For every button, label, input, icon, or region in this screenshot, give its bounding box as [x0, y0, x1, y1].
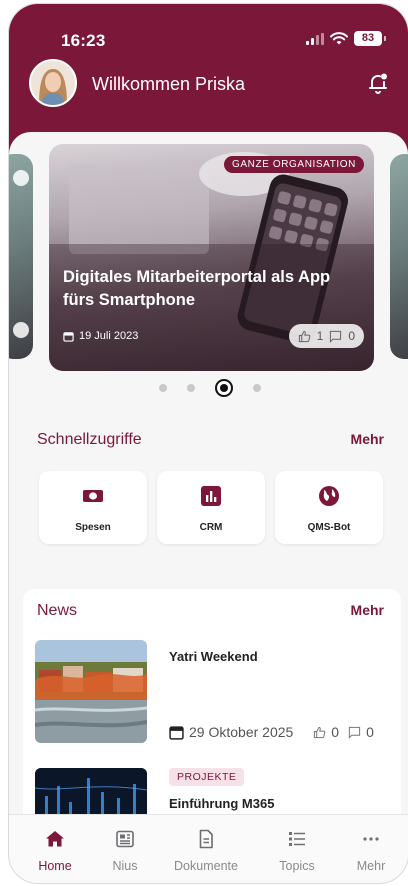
news-item-comments: 0: [366, 724, 374, 740]
list-icon: [289, 832, 305, 846]
thumbs-up-icon: [314, 726, 326, 738]
tab-mehr[interactable]: Mehr: [331, 815, 408, 883]
document-icon: [199, 829, 213, 849]
carousel-pagination[interactable]: [159, 379, 261, 397]
news-thumbnail-1[interactable]: [35, 640, 147, 743]
signal-icon: [306, 32, 324, 45]
data-visual-photo: [35, 768, 147, 818]
news-thumbnail-2[interactable]: [35, 768, 147, 818]
card-likes: 1: [316, 329, 324, 343]
tab-label: Nius: [112, 859, 138, 873]
news-item-likes: 0: [331, 724, 340, 740]
quick-access-title: Schnellzugriffe: [37, 431, 142, 448]
card-comments: 0: [348, 329, 355, 343]
wifi-icon: [330, 32, 348, 45]
carousel-card[interactable]: GANZE ORGANISATION Digitales Mitarbeiter…: [49, 144, 374, 371]
calendar-icon: [169, 725, 184, 740]
tab-label: Dokumente: [174, 859, 238, 873]
newspaper-icon: [116, 830, 134, 848]
thumbs-up-icon: [298, 330, 310, 342]
tile-label: CRM: [199, 522, 223, 533]
bar-chart-icon: [201, 486, 221, 506]
news-item-title[interactable]: Yatri Weekend: [169, 649, 258, 664]
news-item-meta: 29 Oktober 2025 0 0: [169, 724, 374, 740]
tab-label: Mehr: [356, 859, 386, 873]
tile-label: QMS-Bot: [307, 522, 351, 533]
tab-label: Home: [38, 859, 72, 873]
welcome-text: Willkommen Priska: [92, 74, 246, 94]
status-time: 16:23: [61, 31, 106, 50]
pagination-dot[interactable]: [159, 384, 167, 392]
card-date: 19 Juli 2023: [63, 330, 138, 342]
card-date-text: 19 Juli 2023: [79, 330, 139, 342]
pagination-dot[interactable]: [253, 384, 261, 392]
news-item-title[interactable]: Einführung M365: [169, 796, 274, 811]
calendar-icon: [63, 331, 74, 342]
tab-label: Topics: [279, 859, 315, 873]
tab-dokumente[interactable]: Dokumente: [166, 815, 246, 883]
pagination-dot[interactable]: [187, 384, 195, 392]
quick-access-spesen[interactable]: Spesen: [39, 471, 147, 544]
news-more-link[interactable]: Mehr: [351, 602, 384, 618]
news-item-date: 29 Oktober 2025: [189, 724, 294, 740]
quick-access-qms-bot[interactable]: QMS-Bot: [275, 471, 383, 544]
carousel-card-previous[interactable]: [9, 154, 33, 359]
comment-icon: [348, 726, 361, 739]
card-category-badge: GANZE ORGANISATION: [224, 156, 364, 173]
notification-bell-icon[interactable]: [366, 71, 390, 95]
town-photo: [35, 640, 147, 743]
quick-access-more-link[interactable]: Mehr: [351, 431, 384, 447]
globe-icon: [319, 486, 339, 506]
status-bar: 16:23 83: [9, 4, 408, 64]
card-title: Digitales Mitarbeiterportal als App fürs…: [63, 268, 331, 309]
side-stats: [13, 322, 29, 338]
app-screen: 16:23 83 Willkommen Priska GANZE ORGANIS…: [8, 3, 408, 884]
news-title: News: [37, 602, 78, 619]
tab-home[interactable]: Home: [15, 815, 95, 883]
avatar[interactable]: [29, 59, 77, 107]
carousel-card-next[interactable]: [390, 154, 408, 359]
side-badge: [13, 170, 29, 186]
status-icons: 83: [306, 31, 386, 46]
quick-access-crm[interactable]: CRM: [157, 471, 265, 544]
bottom-tab-bar: Home Nius Dokumente Topics Mehr: [9, 814, 408, 883]
tab-nius[interactable]: Nius: [85, 815, 165, 883]
home-icon: [46, 831, 64, 847]
money-icon: [83, 490, 103, 502]
news-item-tag: PROJEKTE: [169, 768, 245, 786]
user-photo: [31, 61, 75, 105]
pagination-dot-active[interactable]: [215, 379, 233, 397]
battery-indicator: 83: [354, 31, 386, 46]
tile-label: Spesen: [75, 522, 111, 533]
comment-icon: [330, 330, 342, 343]
card-stats: 1 0: [288, 324, 364, 348]
more-icon: [363, 837, 379, 841]
tab-topics[interactable]: Topics: [257, 815, 337, 883]
